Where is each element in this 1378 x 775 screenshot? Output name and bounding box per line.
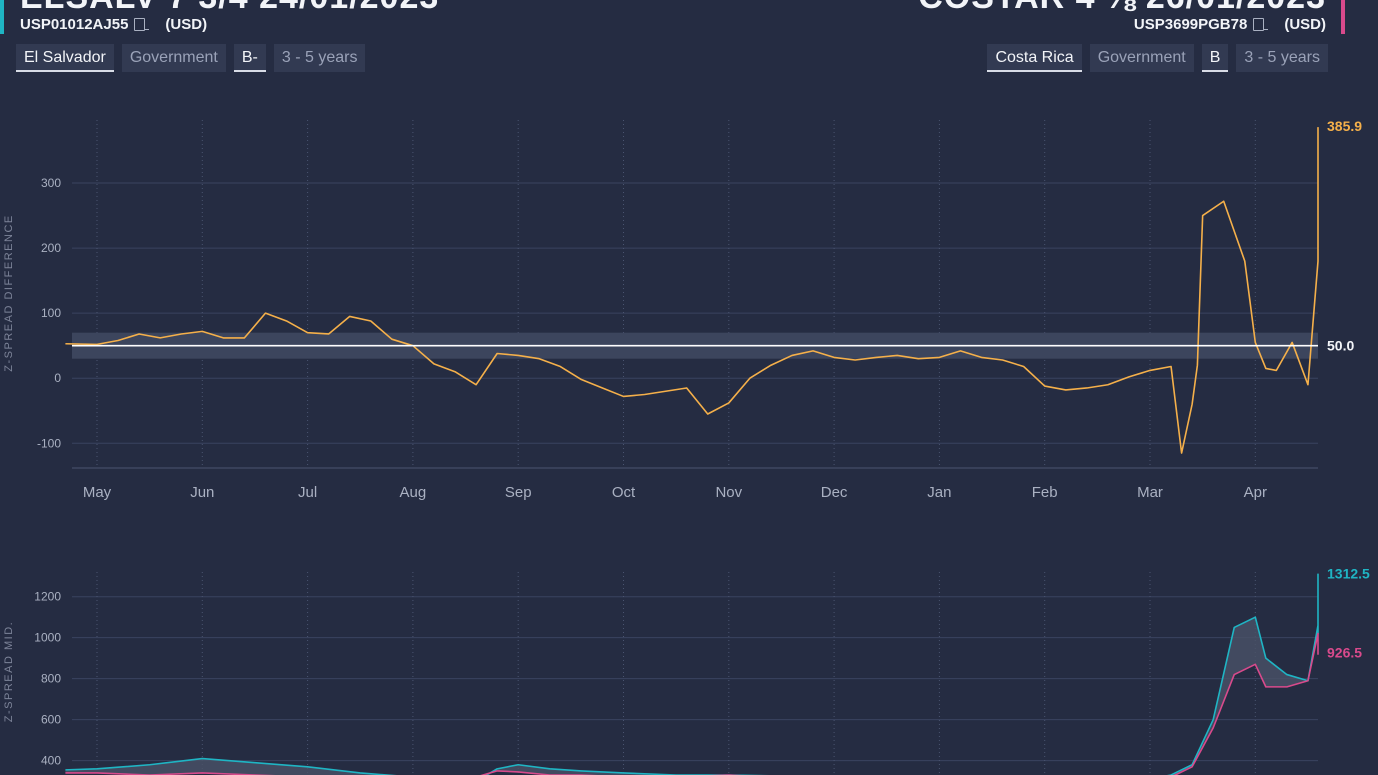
x-tick-label: Oct (612, 484, 636, 501)
last-value-label: 385.9 (1327, 118, 1362, 134)
y-tick-label: 800 (41, 672, 61, 686)
y-tick-label: 400 (41, 754, 61, 768)
last-value-label-0: 1312.5 (1327, 566, 1370, 582)
series-line-1[interactable] (65, 632, 1319, 775)
y-tick-label: -100 (37, 436, 61, 450)
y-tick-label: 1200 (34, 590, 61, 604)
y-tick-label: 200 (41, 241, 61, 255)
x-tick-label: Nov (715, 484, 742, 501)
x-tick-label: Feb (1032, 484, 1058, 501)
x-tick-label: Dec (821, 484, 848, 501)
y-tick-label: 1000 (34, 631, 61, 645)
x-tick-label: Mar (1137, 484, 1163, 501)
y-tick-label: 0 (54, 371, 61, 385)
last-value-label-1: 926.5 (1327, 645, 1362, 661)
y-tick-label: 100 (41, 306, 61, 320)
y-axis-label: Z-SPREAD DIFFERENCE (3, 214, 15, 371)
y-tick-label: 600 (41, 713, 61, 727)
x-tick-label: Jan (927, 484, 951, 501)
reference-line-label: 50.0 (1327, 338, 1354, 354)
x-tick-label: Jun (190, 484, 214, 501)
z-spread-difference-chart: -100 0 100 200 300 May Jun Jul Aug Sep Oct Nov Dec Ja… (3, 118, 1362, 501)
spread-area (65, 573, 1318, 775)
x-tick-label: Jul (298, 484, 317, 501)
x-tick-label: May (83, 484, 112, 501)
series-line-0[interactable] (65, 127, 1319, 454)
x-tick-label: Aug (400, 484, 427, 501)
y-tick-label: 300 (41, 176, 61, 190)
x-tick-label: Sep (505, 484, 532, 501)
series-line-0[interactable] (65, 573, 1319, 775)
z-spread-mid-chart: 400 600 800 1000 1200 Z-SPREAD MID. 1312.5 926.… (3, 566, 1370, 775)
y-axis-label: Z-SPREAD MID. (3, 621, 15, 722)
z-spread-charts[interactable]: -100 0 100 200 300 May Jun Jul Aug Sep Oct Nov Dec Ja… (0, 0, 1378, 775)
x-tick-label: Apr (1244, 484, 1267, 501)
